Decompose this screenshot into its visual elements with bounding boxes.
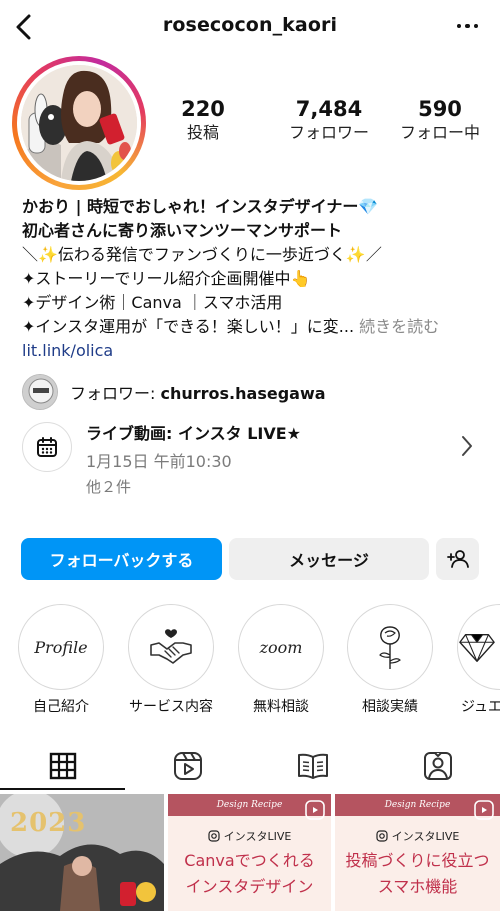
highlight-label: サービス内容 bbox=[129, 699, 213, 715]
bio-text-line: ✦ストーリーでリール紹介企画開催中👆 bbox=[22, 269, 311, 288]
message-button[interactable]: メッセージ bbox=[229, 538, 429, 580]
followed-by-name[interactable]: churros.hasegawa bbox=[160, 384, 325, 403]
followed-by-row[interactable]: フォロワー: churros.hasegawa bbox=[22, 374, 326, 410]
reel-title-line: 投稿づくりに役立つ bbox=[345, 851, 490, 870]
live-tag-text: インスタLIVE bbox=[223, 830, 292, 843]
live-tag-text: インスタLIVE bbox=[391, 830, 460, 843]
story-highlights: Profile 自己紹介 サービス内容 zoom 無料相談 相談実績 ジュエ bbox=[0, 604, 500, 724]
follow-back-button[interactable]: フォローバックする bbox=[21, 538, 222, 580]
bio-link[interactable]: lit.link/olica bbox=[22, 339, 492, 363]
follower-avatar[interactable] bbox=[22, 374, 58, 410]
tab-posts[interactable] bbox=[0, 742, 125, 790]
profile-avatar[interactable] bbox=[21, 65, 137, 181]
bio-name-line: かおり | 時短でおしゃれ！インスタデザイナー💎 bbox=[22, 197, 379, 216]
highlight-cover: Profile bbox=[18, 604, 104, 690]
profile-tabs bbox=[0, 742, 500, 790]
followed-by-prefix: フォロワー: bbox=[70, 384, 161, 403]
bio-text: ✦インスタ運用が「できる！楽しい！」に変... bbox=[22, 317, 355, 336]
posts-stat[interactable]: 220 投稿 bbox=[170, 96, 236, 144]
diamond-icon bbox=[459, 633, 495, 662]
read-more-link[interactable]: 続きを読む bbox=[359, 317, 439, 336]
profile-bio: かおり | 時短でおしゃれ！インスタデザイナー💎 初心者さんに寄り添いマンツーマ… bbox=[22, 195, 492, 363]
highlight-label: 自己紹介 bbox=[33, 699, 89, 715]
highlight-profile[interactable]: Profile 自己紹介 bbox=[16, 604, 106, 716]
reel-title-line: スマホ機能 bbox=[377, 877, 458, 896]
event-title: ライブ動画: インスタ LIVE★ bbox=[86, 424, 302, 443]
bio-text-line: ✦デザイン術｜Canva ｜スマホ活用 bbox=[22, 293, 283, 312]
highlight-cover: zoom bbox=[238, 604, 324, 690]
chevron-right-icon bbox=[462, 436, 472, 456]
event-others: 他２件 bbox=[86, 478, 132, 496]
suggest-users-button[interactable] bbox=[436, 538, 479, 580]
tab-tagged[interactable] bbox=[375, 742, 500, 790]
post-grid: 2023 Design Recipe インスタLIVE Canvaでつくれる イ… bbox=[0, 794, 500, 911]
reels-icon bbox=[474, 800, 494, 820]
highlight-cover bbox=[128, 604, 214, 690]
calendar-icon bbox=[37, 437, 57, 457]
highlight-label: 無料相談 bbox=[253, 699, 309, 715]
guide-book-icon bbox=[297, 753, 328, 779]
posts-label: 投稿 bbox=[186, 123, 219, 142]
posts-count: 220 bbox=[181, 97, 225, 121]
event-chevron-button[interactable] bbox=[460, 434, 474, 462]
instagram-icon bbox=[376, 830, 388, 842]
highlight-cover-text: zoom bbox=[259, 637, 303, 657]
handshake-icon bbox=[150, 629, 192, 664]
top-bar: rosecocon_kaori bbox=[0, 0, 500, 56]
reel-title-line: インスタデザイン bbox=[185, 877, 314, 896]
highlight-services[interactable]: サービス内容 bbox=[126, 604, 216, 716]
story-ring[interactable] bbox=[12, 56, 146, 190]
instagram-icon bbox=[208, 830, 220, 842]
instagram-live-tag: インスタLIVE bbox=[168, 828, 331, 844]
following-count: 590 bbox=[418, 97, 462, 121]
reel-thumbnail[interactable]: Design Recipe インスタLIVE 投稿づくりに役立つ スマホ機能 bbox=[335, 794, 500, 911]
scheduled-live-event[interactable]: ライブ動画: インスタ LIVE★ 1月15日 午前10:30 他２件 bbox=[22, 418, 482, 502]
post-year-text: 2023 bbox=[10, 808, 87, 838]
add-user-icon bbox=[446, 550, 469, 568]
reels-icon bbox=[173, 752, 202, 780]
grid-icon bbox=[49, 752, 76, 780]
highlight-cover bbox=[457, 604, 500, 690]
post-thumbnail[interactable]: 2023 bbox=[0, 794, 164, 911]
highlight-cover-text: Profile bbox=[34, 637, 88, 657]
bio-text-line: ＼✨伝わる発信でファンづくりに一歩近づく✨／ bbox=[22, 245, 382, 264]
highlight-label: 相談実績 bbox=[362, 699, 418, 715]
followers-stat[interactable]: 7,484 フォロワー bbox=[276, 96, 382, 144]
highlight-consultation[interactable]: zoom 無料相談 bbox=[236, 604, 326, 716]
more-horizontal-icon bbox=[456, 23, 461, 29]
following-label: フォロー中 bbox=[399, 123, 480, 142]
following-stat[interactable]: 590 フォロー中 bbox=[390, 96, 490, 144]
bio-text-line-truncated: ✦インスタ運用が「できる！楽しい！」に変... 続きを読む bbox=[22, 315, 492, 339]
followers-label: フォロワー bbox=[288, 123, 369, 142]
instagram-live-tag: インスタLIVE bbox=[335, 828, 500, 844]
highlight-jewel[interactable]: ジュエ bbox=[455, 604, 500, 716]
more-options-button[interactable] bbox=[456, 14, 478, 38]
bio-headline: 初心者さんに寄り添いマンツーマンサポート bbox=[22, 221, 343, 240]
tagged-person-icon bbox=[423, 752, 452, 780]
reel-thumbnail[interactable]: Design Recipe インスタLIVE Canvaでつくれる インスタデザ… bbox=[168, 794, 331, 911]
tab-reels[interactable] bbox=[125, 742, 250, 790]
profile-username: rosecocon_kaori bbox=[162, 14, 338, 36]
highlight-results[interactable]: 相談実績 bbox=[345, 604, 435, 716]
reels-icon bbox=[305, 800, 325, 820]
rose-icon bbox=[379, 626, 401, 669]
highlight-cover bbox=[347, 604, 433, 690]
reel-title-line: Canvaでつくれる bbox=[184, 851, 315, 870]
tab-guides[interactable] bbox=[250, 742, 375, 790]
followed-by-text: フォロワー: churros.hasegawa bbox=[70, 380, 326, 404]
followers-count: 7,484 bbox=[295, 97, 363, 121]
highlight-label: ジュエ bbox=[461, 699, 500, 715]
event-time: 1月15日 午前10:30 bbox=[86, 452, 232, 471]
calendar-icon-wrapper bbox=[22, 422, 72, 472]
